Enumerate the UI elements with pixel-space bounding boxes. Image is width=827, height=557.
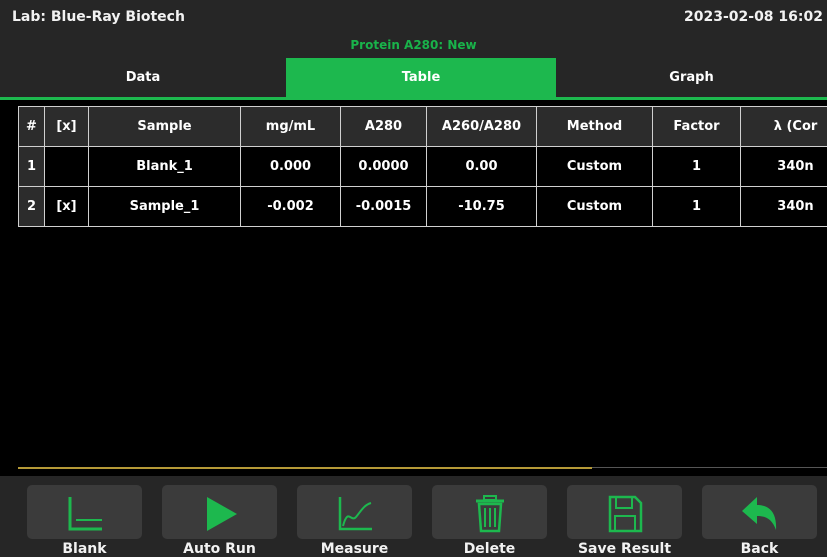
table-header-row: # [x] Sample mg/mL A280 A260/A280 Method… — [18, 106, 827, 147]
cell-sample: Blank_1 — [88, 146, 241, 187]
status-bar: Lab: Blue-Ray Biotech 2023-02-08 16:02 P… — [0, 0, 827, 58]
col-header-factor[interactable]: Factor — [652, 106, 741, 147]
blank-axis-icon — [68, 497, 102, 531]
trash-icon — [476, 495, 504, 533]
tab-bar: Data Table Graph — [0, 58, 827, 100]
col-header-method[interactable]: Method — [536, 106, 653, 147]
cell-concentration: 0.000 — [240, 146, 341, 187]
cell-ratio: -10.75 — [426, 186, 537, 227]
back-button-label: Back — [740, 541, 779, 557]
measure-button[interactable]: Measure — [297, 485, 412, 557]
back-arrow-icon — [742, 497, 777, 530]
lab-name: Lab: Blue-Ray Biotech — [12, 9, 185, 25]
blank-button[interactable]: Blank — [27, 485, 142, 557]
scrollbar-track — [592, 467, 827, 468]
save-result-button-label: Save Result — [577, 541, 672, 557]
cell-ratio: 0.00 — [426, 146, 537, 187]
play-icon — [207, 497, 237, 531]
cell-index: 2 — [18, 186, 45, 227]
cell-method: Custom — [536, 146, 653, 187]
col-header-concentration[interactable]: mg/mL — [240, 106, 341, 147]
delete-button-label: Delete — [463, 541, 516, 557]
cell-wavelength: 340n — [740, 186, 827, 227]
table-row[interactable]: 2 [x] Sample_1 -0.002 -0.0015 -10.75 Cus… — [18, 186, 827, 227]
col-header-select[interactable]: [x] — [44, 106, 89, 147]
auto-run-button-label: Auto Run — [183, 541, 256, 557]
results-table-area[interactable]: # [x] Sample mg/mL A280 A260/A280 Method… — [18, 106, 827, 470]
col-header-wavelength[interactable]: λ (Cor — [740, 106, 827, 147]
measure-button-label: Measure — [320, 541, 389, 557]
cell-factor: 1 — [652, 186, 741, 227]
save-result-button[interactable]: Save Result — [567, 485, 682, 557]
cell-a280: -0.0015 — [340, 186, 427, 227]
tab-data[interactable]: Data — [0, 58, 286, 97]
mode-title: Protein A280: New — [350, 38, 477, 52]
table-row[interactable]: 1 Blank_1 0.000 0.0000 0.00 Custom 1 340… — [18, 146, 827, 187]
measure-chart-icon — [338, 497, 372, 531]
cell-index: 1 — [18, 146, 45, 187]
cell-method: Custom — [536, 186, 653, 227]
results-table: # [x] Sample mg/mL A280 A260/A280 Method… — [18, 106, 827, 227]
tab-table[interactable]: Table — [286, 58, 556, 97]
col-header-ratio[interactable]: A260/A280 — [426, 106, 537, 147]
floppy-disk-icon — [608, 495, 643, 533]
col-header-sample[interactable]: Sample — [88, 106, 241, 147]
cell-select[interactable] — [44, 146, 89, 187]
cell-factor: 1 — [652, 146, 741, 187]
cell-sample: Sample_1 — [88, 186, 241, 227]
datetime: 2023-02-08 16:02 — [684, 9, 823, 25]
cell-concentration: -0.002 — [240, 186, 341, 227]
horizontal-scrollbar[interactable] — [18, 467, 592, 469]
cell-wavelength: 340n — [740, 146, 827, 187]
col-header-a280[interactable]: A280 — [340, 106, 427, 147]
cell-select[interactable]: [x] — [44, 186, 89, 227]
auto-run-button[interactable]: Auto Run — [162, 485, 277, 557]
cell-a280: 0.0000 — [340, 146, 427, 187]
col-header-index[interactable]: # — [18, 106, 45, 147]
blank-button-label: Blank — [62, 541, 107, 557]
tab-graph[interactable]: Graph — [556, 58, 827, 97]
back-button[interactable]: Back — [702, 485, 817, 557]
delete-button[interactable]: Delete — [432, 485, 547, 557]
